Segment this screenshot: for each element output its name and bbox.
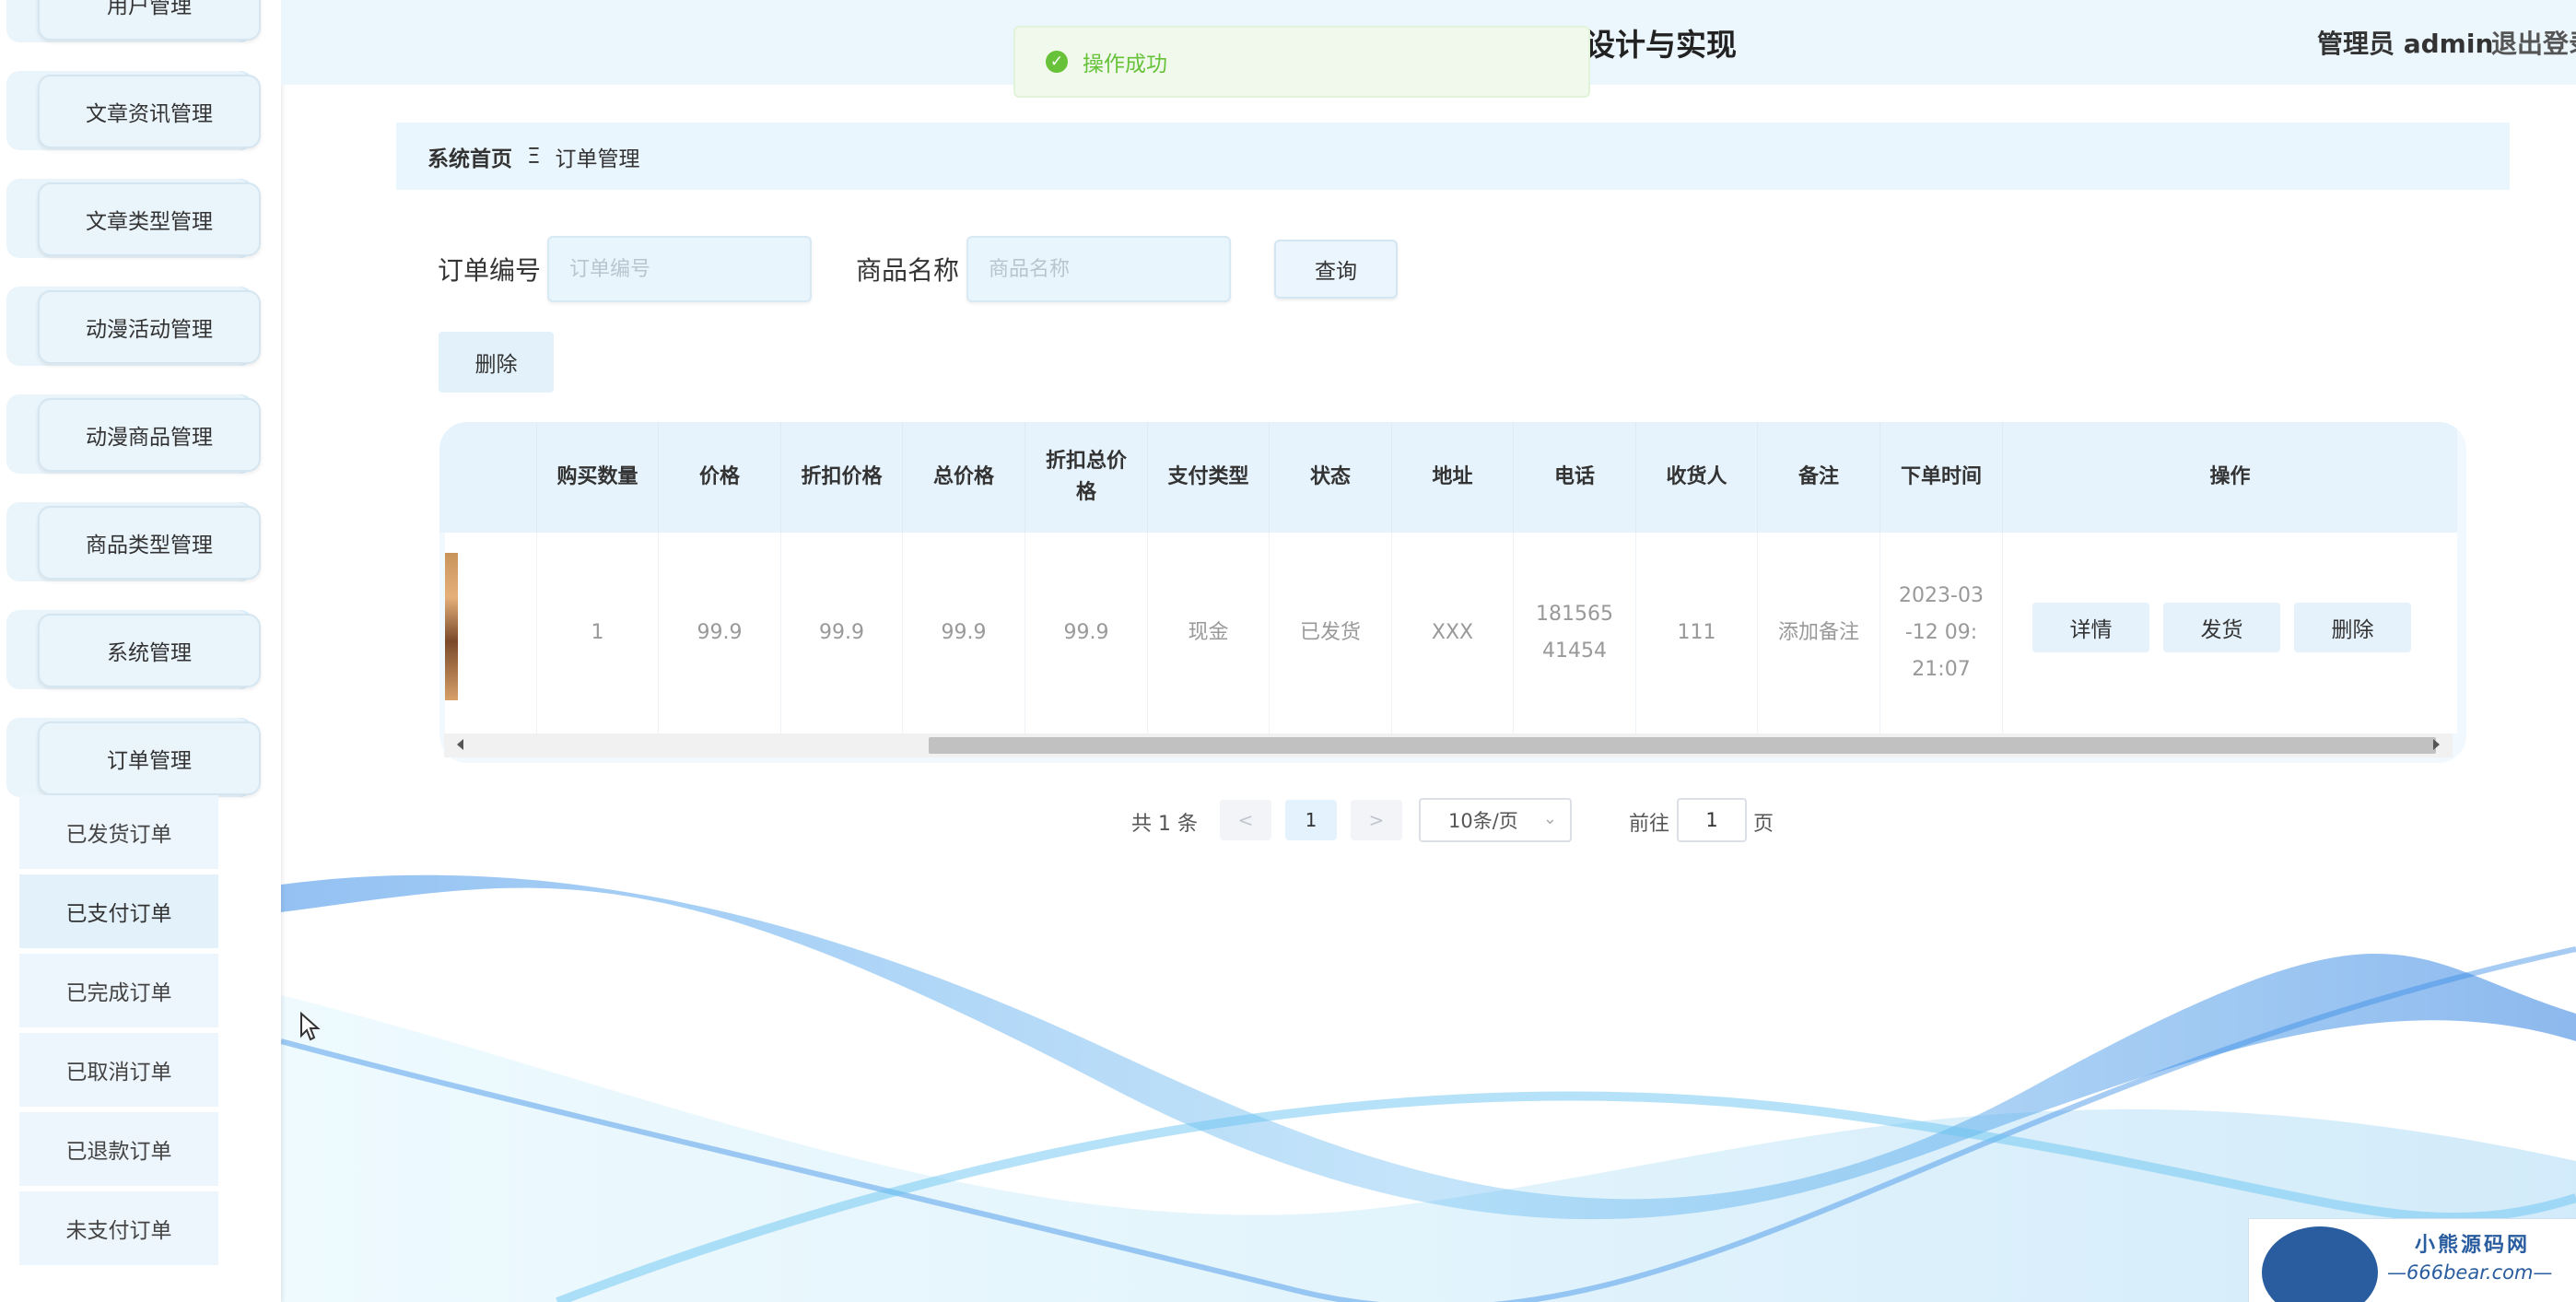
cell-price: 99.9 [659,533,781,733]
menu-item-product-types[interactable]: 商品类型管理 [6,502,261,581]
column-header: 折扣价格 [781,422,903,533]
menu-item-label: 文章类型管理 [38,182,261,256]
submenu-item-unpaid[interactable]: 未支付订单 [19,1191,218,1268]
detail-button[interactable]: 详情 [2032,603,2149,652]
goto-page-input[interactable]: 1 [1677,798,1747,842]
column-header: 下单时间 [1880,422,2003,533]
submenu-item-cancelled[interactable]: 已取消订单 [19,1033,218,1109]
sidebar: 用户管理 文章资讯管理 文章类型管理 动漫活动管理 动漫商品管理 商品类型管理 … [0,0,281,1302]
submenu-item-shipped[interactable]: 已发货订单 [19,795,218,872]
column-header: 支付类型 [1148,422,1270,533]
menu-item-anime-events[interactable]: 动漫活动管理 [6,287,261,366]
cell-receiver: 111 [1636,533,1758,733]
cell-remark[interactable]: 添加备注 [1758,533,1880,733]
order-no-label: 订单编号 [438,255,542,286]
app-root: 用户管理 文章资讯管理 文章类型管理 动漫活动管理 动漫商品管理 商品类型管理 … [0,0,2576,1302]
breadcrumb-home[interactable]: 系统首页 [427,141,512,172]
batch-delete-button[interactable]: 删除 [439,332,554,393]
menu-item-anime-products[interactable]: 动漫商品管理 [6,394,261,474]
table-horizontal-scrollbar[interactable] [444,733,2453,757]
admin-user-label: 管理员 admin [2317,29,2494,59]
menu-item-label: 文章资讯管理 [38,75,261,148]
column-header: 购买数量 [537,422,659,533]
column-header: 电话 [1514,422,1636,533]
cell-address: XXX [1392,533,1514,733]
mouse-cursor-icon [300,1012,321,1041]
column-header: 折扣总价格 [1025,422,1148,533]
menu-item-system[interactable]: 系统管理 [6,610,261,689]
product-name-input[interactable] [966,236,1231,302]
menu-item-label: 商品类型管理 [38,506,261,580]
pagination-next-button[interactable]: > [1351,800,1402,840]
column-header: 地址 [1392,422,1514,533]
pagination-page-button[interactable]: 1 [1285,800,1337,840]
scrollbar-thumb[interactable] [929,737,2436,754]
submenu-item-completed[interactable]: 已完成订单 [19,954,218,1030]
scroll-left-arrow-icon[interactable] [457,739,463,750]
page-header-title: 设计与实现 [1585,27,1737,63]
background-waves [281,874,2576,1302]
submenu-item-refunded[interactable]: 已退款订单 [19,1112,218,1189]
watermark-line1: 小熊源码网 [2415,1234,2531,1257]
column-header: 操作 [2209,465,2251,488]
menu-item-label: 系统管理 [38,614,261,687]
menu-item-label: 动漫活动管理 [38,290,261,364]
toast-message: 操作成功 [1083,53,1167,76]
page-suffix: 页 [1753,813,1774,836]
cell-discount-price: 99.9 [781,533,903,733]
product-name-label: 商品名称 [856,255,960,286]
breadcrumb: 系统首页 Ξ 订单管理 [396,123,2510,190]
product-thumbnail[interactable] [445,553,458,700]
column-header-image [439,422,537,533]
column-header: 收货人 [1636,422,1758,533]
menu-item-label: 动漫商品管理 [38,398,261,472]
chevron-down-icon: ⌄ [1542,809,1557,828]
column-header: 备注 [1758,422,1880,533]
cell-pay-type: 现金 [1148,533,1270,733]
goto-label: 前往 [1629,813,1670,836]
cell-total-price: 99.9 [903,533,1025,733]
column-header: 状态 [1270,422,1392,533]
cell-quantity: 1 [537,533,659,733]
menu-item-orders[interactable]: 订单管理 [6,718,261,797]
bear-logo-icon [2262,1226,2378,1302]
watermark-logo: 小熊源码网 —666bear.com— [2248,1218,2576,1302]
success-toast: ✓ 操作成功 [1013,26,1590,98]
pagination-total: 共 1 条 [1131,813,1198,836]
cell-image [445,533,537,733]
table-header: 购买数量 价格 折扣价格 总价格 折扣总价格 支付类型 状态 地址 电话 收货人… [439,422,2457,533]
breadcrumb-separator: Ξ [527,144,541,169]
order-no-input[interactable] [547,236,812,302]
cell-phone: 18156541454 [1514,533,1636,733]
cell-order-time: 2023-03-12 09:21:07 [1880,533,2003,733]
menu-item-articles[interactable]: 文章资讯管理 [6,71,261,150]
cell-discount-total: 99.9 [1025,533,1148,733]
page-size-value: 10条/页 [1448,810,1518,832]
watermark-line2: —666bear.com— [2387,1261,2553,1284]
check-circle-icon: ✓ [1046,51,1068,73]
menu-item-label: 用户管理 [38,0,261,41]
ship-button[interactable]: 发货 [2163,603,2280,652]
pagination-prev-button[interactable]: < [1220,800,1271,840]
column-header: 总价格 [903,422,1025,533]
row-delete-button[interactable]: 删除 [2294,603,2411,652]
submenu-item-paid[interactable]: 已支付订单 [19,874,218,951]
table-row: 1 99.9 99.9 99.9 99.9 现金 已发货 XXX 1815654… [445,533,2457,733]
cell-status: 已发货 [1270,533,1392,733]
query-button[interactable]: 查询 [1274,240,1398,299]
logout-link[interactable]: 退出登录 [2491,24,2576,61]
page-size-select[interactable]: 10条/页 ⌄ [1419,798,1572,842]
column-header: 价格 [659,422,781,533]
menu-item-label: 订单管理 [38,721,261,795]
breadcrumb-current: 订单管理 [555,147,640,171]
scroll-right-arrow-icon[interactable] [2433,739,2440,750]
orders-table: 购买数量 价格 折扣价格 总价格 折扣总价格 支付类型 状态 地址 电话 收货人… [439,422,2466,763]
menu-item-users[interactable]: 用户管理 [6,0,261,42]
menu-item-article-types[interactable]: 文章类型管理 [6,179,261,258]
